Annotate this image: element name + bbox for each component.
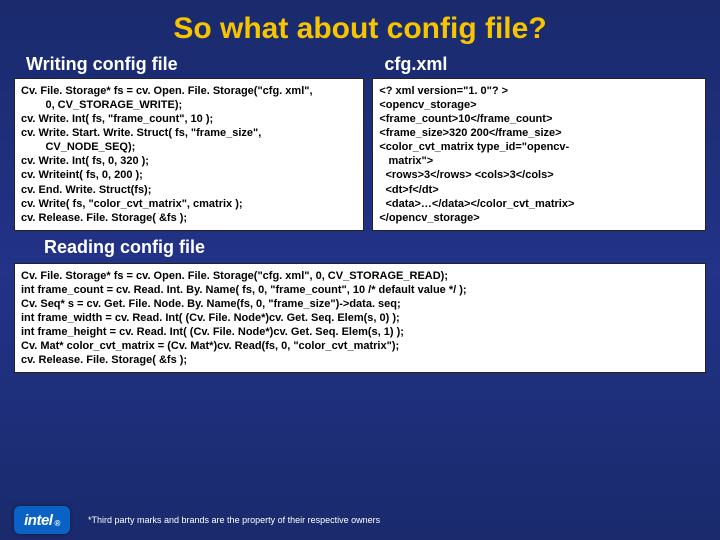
reading-code-box: Cv. File. Storage* fs = cv. Open. File. … <box>14 263 706 374</box>
code-line: cv. End. Write. Struct(fs); <box>21 183 357 197</box>
heading-xml: cfg.xml <box>384 54 706 75</box>
code-line: cv. Release. File. Storage( &fs ); <box>21 211 357 225</box>
intel-logo: intel® <box>14 506 70 534</box>
heading-reading: Reading config file <box>44 237 364 258</box>
footer: intel® *Third party marks and brands are… <box>14 506 706 534</box>
code-line: CV_NODE_SEQ); <box>21 140 357 154</box>
code-line: cv. Write. Int( fs, 0, 320 ); <box>21 154 357 168</box>
two-column-layout: Writing config file Cv. File. Storage* f… <box>0 52 720 261</box>
code-line: Cv. File. Storage* fs = cv. Open. File. … <box>21 269 699 283</box>
code-line: Cv. Mat* color_cvt_matrix = (Cv. Mat*)cv… <box>21 339 699 353</box>
heading-writing: Writing config file <box>26 54 364 75</box>
writing-code-box: Cv. File. Storage* fs = cv. Open. File. … <box>14 78 364 231</box>
code-line: Cv. Seq* s = cv. Get. File. Node. By. Na… <box>21 297 699 311</box>
code-line: int frame_width = cv. Read. Int( (Cv. Fi… <box>21 311 699 325</box>
right-column: cfg.xml <? xml version="1. 0"? > <opencv… <box>372 52 706 261</box>
registered-icon: ® <box>54 519 59 528</box>
code-line: cv. Write( fs, "color_cvt_matrix", cmatr… <box>21 197 357 211</box>
xml-line: <frame_size>320 200</frame_size> <box>379 126 699 140</box>
xml-line: matrix"> <box>379 154 699 168</box>
slide-title: So what about config file? <box>0 0 720 52</box>
logo-text: intel <box>24 512 52 529</box>
code-line: cv. Writeint( fs, 0, 200 ); <box>21 168 357 182</box>
code-line: cv. Write. Start. Write. Struct( fs, "fr… <box>21 126 357 140</box>
xml-code-box: <? xml version="1. 0"? > <opencv_storage… <box>372 78 706 231</box>
code-line: int frame_height = cv. Read. Int( (Cv. F… <box>21 325 699 339</box>
footnote-text: *Third party marks and brands are the pr… <box>88 515 380 525</box>
code-line: 0, CV_STORAGE_WRITE); <box>21 98 357 112</box>
code-line: cv. Release. File. Storage( &fs ); <box>21 353 699 367</box>
code-line: int frame_count = cv. Read. Int. By. Nam… <box>21 283 699 297</box>
xml-line: </opencv_storage> <box>379 211 699 225</box>
code-line: cv. Write. Int( fs, "frame_count", 10 ); <box>21 112 357 126</box>
xml-line: <frame_count>10</frame_count> <box>379 112 699 126</box>
xml-line: <dt>f</dt> <box>379 183 699 197</box>
xml-line: <color_cvt_matrix type_id="opencv- <box>379 140 699 154</box>
left-column: Writing config file Cv. File. Storage* f… <box>14 52 364 261</box>
xml-line: <? xml version="1. 0"? > <box>379 84 699 98</box>
xml-line: <opencv_storage> <box>379 98 699 112</box>
code-line: Cv. File. Storage* fs = cv. Open. File. … <box>21 84 357 98</box>
xml-line: <rows>3</rows> <cols>3</cols> <box>379 168 699 182</box>
xml-line: <data>…</data></color_cvt_matrix> <box>379 197 699 211</box>
